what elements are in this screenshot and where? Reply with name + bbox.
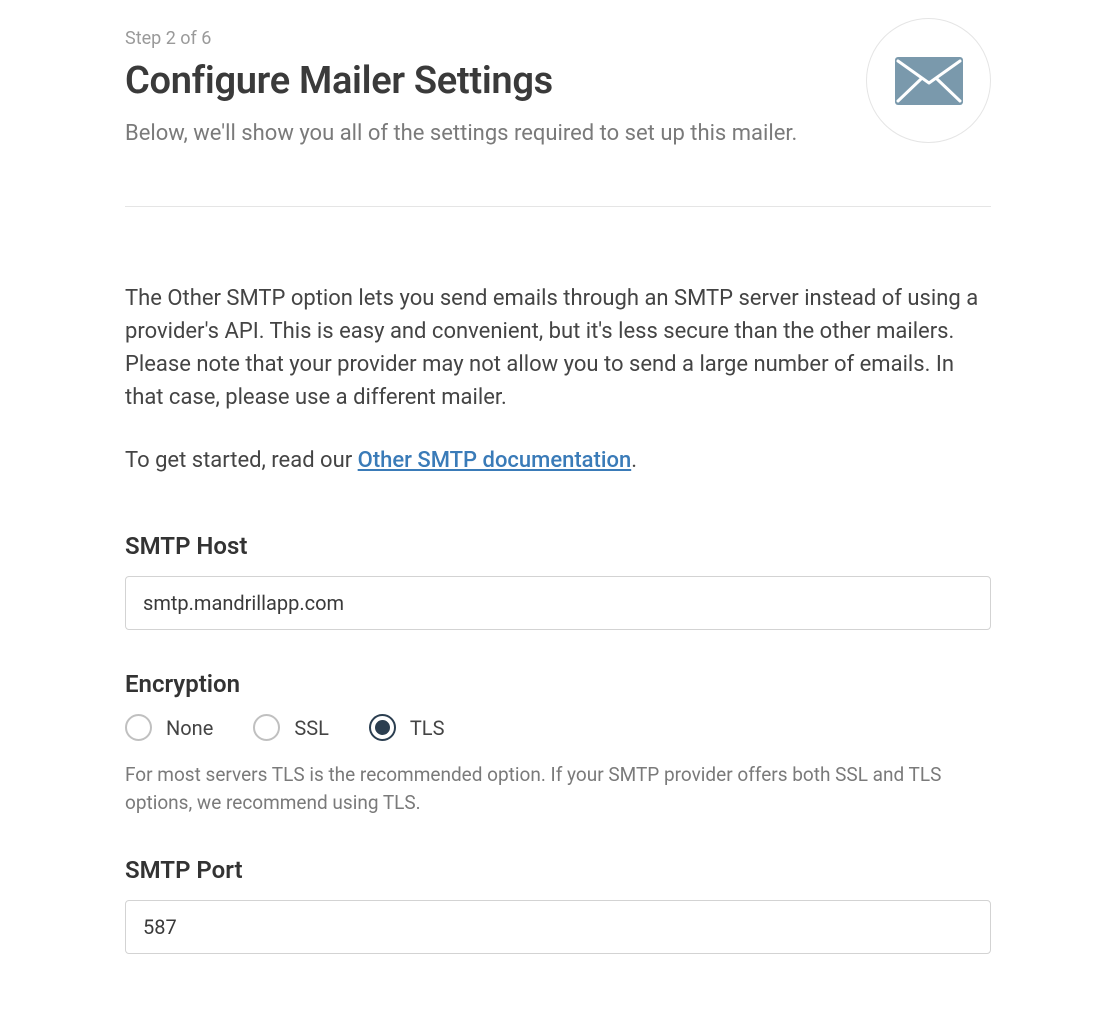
encryption-label: Encryption — [125, 670, 991, 698]
radio-circle-icon — [253, 714, 280, 741]
intro-start-suffix: . — [631, 448, 637, 473]
radio-dot-icon — [375, 720, 390, 735]
step-indicator: Step 2 of 6 — [125, 28, 836, 49]
intro-doc-line: To get started, read our Other SMTP docu… — [125, 444, 991, 477]
page-subtitle: Below, we'll show you all of the setting… — [125, 121, 836, 146]
encryption-field-group: Encryption None SSL TLS For most servers… — [125, 670, 991, 816]
intro-description: The Other SMTP option lets you send emai… — [125, 282, 991, 414]
encryption-help-text: For most servers TLS is the recommended … — [125, 761, 991, 816]
smtp-port-field-group: SMTP Port — [125, 856, 991, 954]
doc-link[interactable]: Other SMTP documentation — [358, 448, 632, 473]
encryption-radio-none[interactable]: None — [125, 714, 213, 741]
mail-icon-circle — [866, 18, 991, 143]
smtp-host-input[interactable] — [125, 576, 991, 630]
encryption-radio-ssl-label: SSL — [294, 716, 329, 740]
smtp-host-field-group: SMTP Host — [125, 532, 991, 630]
encryption-radio-none-label: None — [166, 716, 213, 740]
radio-circle-selected-icon — [369, 714, 396, 741]
encryption-radio-row: None SSL TLS — [125, 714, 991, 741]
smtp-port-label: SMTP Port — [125, 856, 991, 884]
envelope-icon — [895, 57, 963, 105]
intro-start-prefix: To get started, read our — [125, 448, 358, 473]
encryption-radio-tls-label: TLS — [410, 716, 445, 740]
page-title: Configure Mailer Settings — [125, 59, 836, 103]
smtp-host-label: SMTP Host — [125, 532, 991, 560]
encryption-radio-ssl[interactable]: SSL — [253, 714, 329, 741]
smtp-port-input[interactable] — [125, 900, 991, 954]
divider — [125, 206, 991, 207]
radio-circle-icon — [125, 714, 152, 741]
encryption-radio-tls[interactable]: TLS — [369, 714, 445, 741]
